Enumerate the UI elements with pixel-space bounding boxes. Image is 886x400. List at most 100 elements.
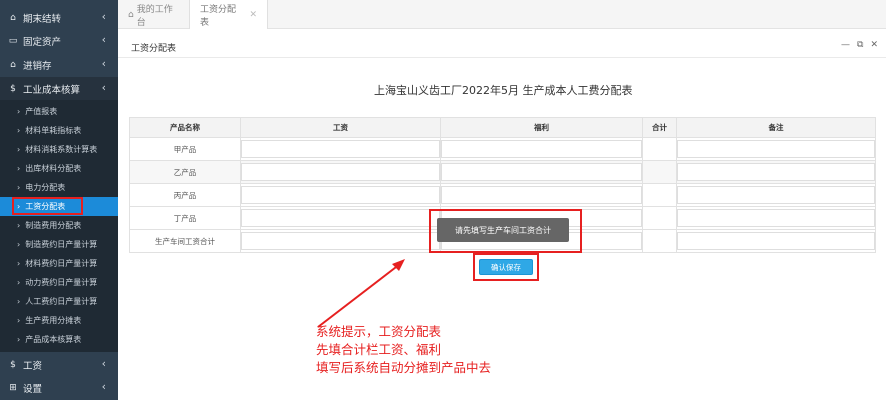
- column-header: 福利: [440, 117, 643, 138]
- table-row: 甲产品: [129, 137, 876, 161]
- chevron-right-icon: ›: [17, 183, 21, 192]
- remark-cell: [676, 229, 876, 253]
- sidebar-item[interactable]: › 材料费约日产量计算: [0, 254, 118, 273]
- sidebar-item[interactable]: › 电力分配表: [0, 178, 118, 197]
- welfare-input[interactable]: [441, 163, 642, 181]
- close-icon[interactable]: ✕: [249, 10, 257, 20]
- sidebar-item-label: 电力分配表: [25, 183, 66, 192]
- sidebar-item[interactable]: › 产品成本核算表: [0, 330, 118, 349]
- sidebar-item[interactable]: › 材料单耗指标表: [0, 121, 118, 140]
- chevron-right-icon: ›: [17, 259, 21, 268]
- remark-input[interactable]: [677, 209, 875, 227]
- total-cell: [642, 183, 677, 207]
- tab-bar: ⌂ 我的工作台 工资分配表 ✕: [118, 0, 886, 29]
- sidebar-item-label: 材料单耗指标表: [25, 126, 82, 135]
- remark-input[interactable]: [677, 140, 875, 158]
- product-name-cell: 生产车间工资合计: [129, 229, 241, 253]
- wage-input[interactable]: [241, 209, 440, 227]
- restore-icon[interactable]: ⧉: [857, 40, 863, 50]
- welfare-cell: [440, 137, 643, 161]
- remark-input[interactable]: [677, 232, 875, 250]
- product-name-cell: 丁产品: [129, 206, 241, 230]
- sidebar-item[interactable]: › 材料消耗系数计算表: [0, 140, 118, 159]
- sidebar-section-fixed-assets[interactable]: ▭ 固定资产 ‹: [0, 29, 118, 52]
- sidebar-section-wages[interactable]: $ 工资 ‹: [0, 353, 118, 376]
- welfare-input[interactable]: [441, 186, 642, 204]
- remark-cell: [676, 160, 876, 184]
- sidebar-item-label: 出库材料分配表: [25, 164, 82, 173]
- sidebar-section-settings[interactable]: ⊞ 设置 ‹: [0, 376, 118, 399]
- product-name-cell: 丙产品: [129, 183, 241, 207]
- chevron-right-icon: ›: [17, 107, 21, 116]
- sidebar-item-label: 材料费约日产量计算: [25, 259, 98, 268]
- chevron-right-icon: ›: [17, 164, 21, 173]
- total-cell: [642, 160, 677, 184]
- chevron-right-icon: ›: [17, 278, 21, 287]
- chevron-left-icon: ‹: [101, 380, 106, 393]
- wage-total-input[interactable]: [241, 232, 440, 250]
- highlight-box-alert: [429, 209, 582, 253]
- monitor-icon: ▭: [8, 35, 18, 46]
- column-header: 工资: [240, 117, 441, 138]
- wage-input[interactable]: [241, 186, 440, 204]
- window-controls: — ⧉ ✕: [841, 40, 878, 50]
- sidebar-item-label: 人工费约日产量计算: [25, 297, 98, 306]
- sidebar-item-label: 产值报表: [25, 107, 58, 116]
- remark-cell: [676, 206, 876, 230]
- annotation-line: 先填合计栏工资、福利: [316, 342, 442, 357]
- wage-cell: [240, 183, 441, 207]
- welfare-cell: [440, 183, 643, 207]
- sidebar-section-period-end[interactable]: ⌂ 期末结转 ‹: [0, 6, 118, 29]
- sidebar-item-label: 动力费约日产量计算: [25, 278, 98, 287]
- sidebar-item[interactable]: › 生产费用分摊表: [0, 311, 118, 330]
- annotation-line: 填写后系统自动分摊到产品中去: [316, 360, 492, 375]
- wage-cell: [240, 137, 441, 161]
- total-cell: [642, 206, 677, 230]
- wage-cell: [240, 160, 441, 184]
- tab-wage-allocation[interactable]: 工资分配表 ✕: [190, 0, 268, 29]
- sidebar-section-industrial-cost[interactable]: $ 工业成本核算 ‹: [0, 77, 118, 100]
- highlight-box-sidebar: [12, 197, 83, 215]
- sidebar-section-label: 设置: [23, 383, 43, 395]
- sidebar-item-label: 生产费用分摊表: [25, 316, 82, 325]
- sidebar-item[interactable]: › 出库材料分配表: [0, 159, 118, 178]
- sidebar-section-label: 工资: [23, 360, 43, 372]
- chevron-left-icon: ‹: [101, 10, 106, 23]
- welfare-input[interactable]: [441, 140, 642, 158]
- chevron-right-icon: ›: [17, 221, 21, 230]
- product-name-cell: 甲产品: [129, 137, 241, 161]
- highlight-box-save: [473, 253, 539, 281]
- sidebar-item[interactable]: › 动力费约日产量计算: [0, 273, 118, 292]
- dollar-icon: $: [10, 83, 16, 94]
- home-icon: ⌂: [10, 12, 16, 23]
- sidebar-item-label: 材料消耗系数计算表: [25, 145, 98, 154]
- sidebar-item[interactable]: › 制造费用分配表: [0, 216, 118, 235]
- table-row: 丙产品: [129, 183, 876, 207]
- remark-input[interactable]: [677, 163, 875, 181]
- remark-input[interactable]: [677, 186, 875, 204]
- table-header-row: 产品名称 工资 福利 合计 备注: [129, 117, 876, 138]
- column-header: 产品名称: [129, 117, 241, 138]
- chevron-left-icon: ‹: [101, 81, 106, 94]
- table-row: 乙产品: [129, 160, 876, 184]
- sidebar-section-label: 工业成本核算: [23, 84, 81, 96]
- close-icon[interactable]: ✕: [870, 40, 878, 50]
- wage-cell: [240, 229, 441, 253]
- sidebar-submenu: › 产值报表 › 材料单耗指标表 › 材料消耗系数计算表 › 出库材料分配表 › 电力分配…: [0, 100, 118, 352]
- sidebar-item-label: 制造费约日产量计算: [25, 240, 98, 249]
- minimize-icon[interactable]: —: [841, 40, 850, 50]
- sidebar-item[interactable]: › 产值报表: [0, 102, 118, 121]
- wage-input[interactable]: [241, 140, 440, 158]
- sidebar-item[interactable]: › 人工费约日产量计算: [0, 292, 118, 311]
- panel-header: 工资分配表 — ⧉ ✕: [118, 36, 886, 58]
- chevron-left-icon: ‹: [101, 357, 106, 370]
- sidebar-item[interactable]: › 制造费约日产量计算: [0, 235, 118, 254]
- wage-input[interactable]: [241, 163, 440, 181]
- column-header: 备注: [676, 117, 876, 138]
- chevron-right-icon: ›: [17, 335, 21, 344]
- tab-my-workbench[interactable]: ⌂ 我的工作台: [118, 0, 190, 29]
- home-icon: ⌂: [10, 59, 16, 70]
- total-cell: [642, 137, 677, 161]
- column-header: 合计: [642, 117, 677, 138]
- sidebar-section-inventory[interactable]: ⌂ 进销存 ‹: [0, 53, 118, 76]
